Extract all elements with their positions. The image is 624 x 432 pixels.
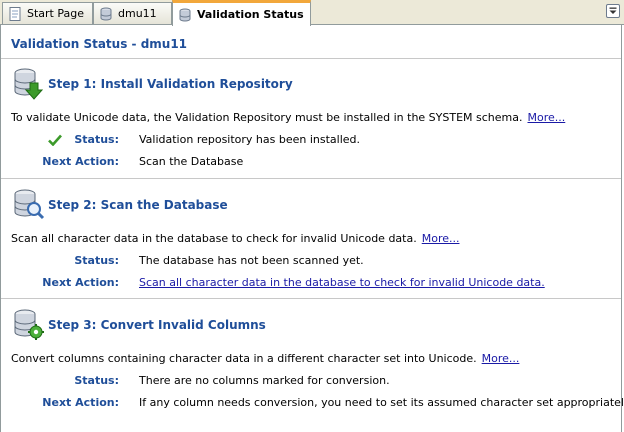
next-action-label: Next Action: — [42, 276, 119, 289]
tab-validation-status[interactable]: Validation Status — [172, 0, 311, 26]
status-value: There are no columns marked for conversi… — [139, 374, 390, 387]
tab-label: dmu11 — [118, 7, 157, 20]
step-1-more-link[interactable]: More... — [528, 111, 566, 124]
step-1-section: Step 1: Install Validation Repository To… — [1, 67, 621, 177]
step-3-title: Step 3: Convert Invalid Columns — [48, 318, 266, 332]
tab-label: Validation Status — [197, 8, 304, 21]
editor-tab-bar: Start Page dmu11 Validation Status — [0, 0, 624, 26]
tab-label: Start Page — [27, 7, 84, 20]
tab-dmu11[interactable]: dmu11 — [93, 2, 172, 24]
divider — [1, 298, 621, 299]
step-3-description: Convert columns containing character dat… — [11, 352, 519, 365]
database-icon — [179, 8, 191, 21]
database-install-icon — [14, 68, 44, 100]
validation-status-panel: Validation Status - dmu11 Step 1: Instal… — [0, 25, 624, 432]
status-label: Status: — [74, 374, 119, 387]
divider — [1, 58, 621, 59]
step-2-section: Step 2: Scan the Database Scan all chara… — [1, 188, 621, 298]
status-value: Validation repository has been installed… — [139, 133, 361, 146]
next-action-value: If any column needs conversion, you need… — [139, 396, 624, 409]
step-2-more-link[interactable]: More... — [422, 232, 460, 245]
database-icon — [100, 7, 112, 20]
document-icon — [9, 6, 21, 21]
step-1-title: Step 1: Install Validation Repository — [48, 77, 293, 91]
page-title: Validation Status - dmu11 — [11, 37, 188, 51]
divider — [1, 178, 621, 179]
description-text: To validate Unicode data, the Validation… — [11, 111, 523, 124]
step-3-more-link[interactable]: More... — [482, 352, 520, 365]
step-3-section: Step 3: Convert Invalid Columns Convert … — [1, 308, 624, 418]
next-action-label: Next Action: — [42, 155, 119, 168]
scan-database-link[interactable]: Scan all character data in the database … — [139, 276, 545, 289]
tab-start-page[interactable]: Start Page — [2, 2, 93, 24]
step-2-description: Scan all character data in the database … — [11, 232, 459, 245]
description-text: Scan all character data in the database … — [11, 232, 417, 245]
tab-list-dropdown-button[interactable] — [606, 4, 620, 18]
chevron-down-icon — [609, 7, 617, 14]
next-action-label: Next Action: — [42, 396, 119, 409]
next-action-value: Scan the Database — [139, 155, 244, 168]
status-value: The database has not been scanned yet. — [139, 254, 364, 267]
status-label: Status: — [74, 254, 119, 267]
step-1-description: To validate Unicode data, the Validation… — [11, 111, 565, 124]
check-icon — [48, 134, 62, 146]
status-label: Status: — [74, 133, 119, 146]
database-convert-icon — [14, 309, 44, 340]
step-2-title: Step 2: Scan the Database — [48, 198, 228, 212]
description-text: Convert columns containing character dat… — [11, 352, 477, 365]
database-scan-icon — [14, 189, 45, 220]
